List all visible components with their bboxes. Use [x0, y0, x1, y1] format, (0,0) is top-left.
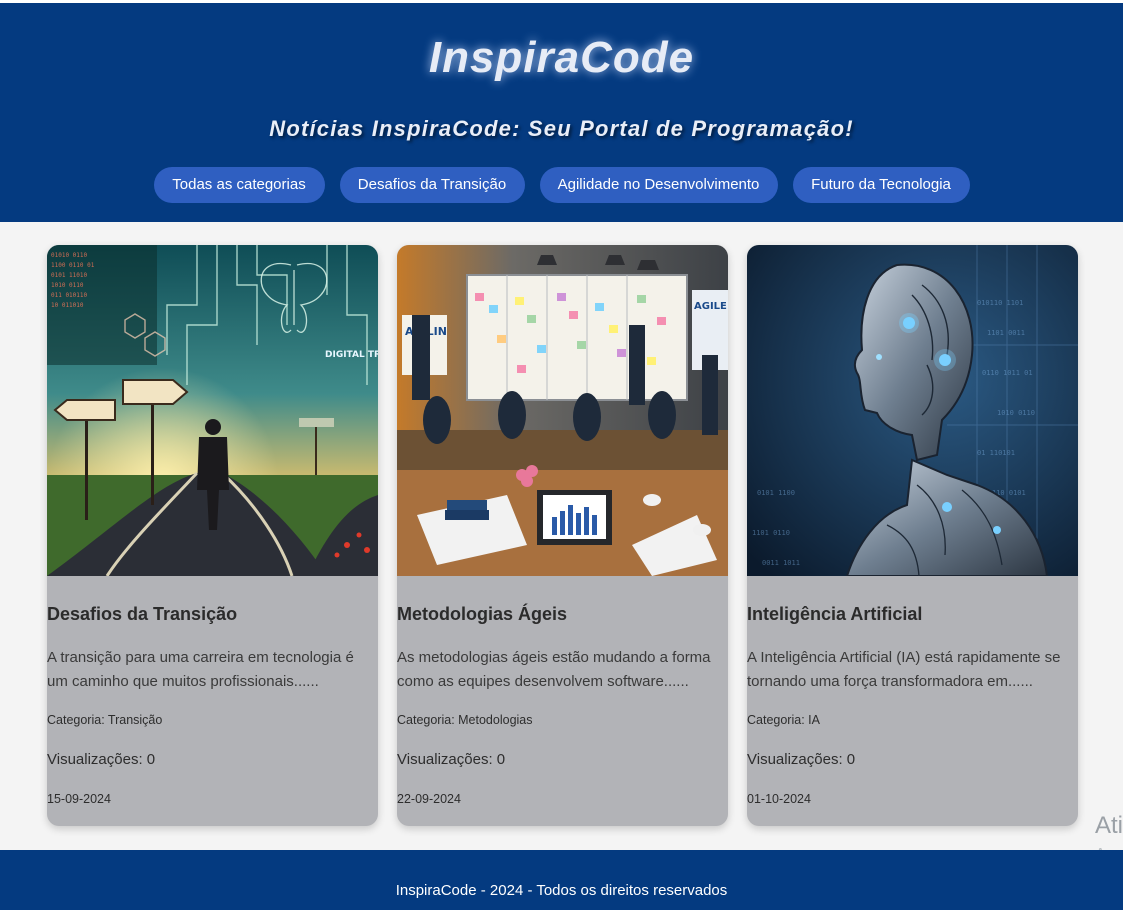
- svg-text:011 010110: 011 010110: [51, 292, 88, 299]
- card-date: 01-10-2024: [747, 792, 811, 806]
- svg-text:01010 0110: 01010 0110: [51, 252, 88, 259]
- site-header: InspiraCode Notícias InspiraCode: Seu Po…: [0, 3, 1123, 222]
- svg-text:1101 0011: 1101 0011: [987, 329, 1025, 337]
- card-category: Categoria: Metodologias: [397, 713, 533, 727]
- agile-meeting-illustration-icon: AGILIN AGILE: [397, 245, 728, 576]
- nav-future-tech-button[interactable]: Futuro da Tecnologia: [792, 167, 970, 203]
- svg-text:AGILE: AGILE: [694, 301, 727, 312]
- card-image-crossroads[interactable]: 01010 0110 1100 0110 01 0101 11010 1010 01…: [47, 245, 378, 576]
- windows-activation-watermark: Ati: [1095, 812, 1123, 839]
- crossroads-illustration-icon: 01010 0110 1100 0110 01 0101 11010 1010 01…: [47, 245, 378, 576]
- svg-text:01 110101: 01 110101: [977, 449, 1015, 457]
- card-views: Visualizações: 0: [747, 751, 856, 768]
- category-nav: Todas as categorias Desafios da Transiçã…: [0, 167, 1123, 203]
- news-card-ai[interactable]: 010110 1101 1101 0011 0110 1011 01 1010 01…: [747, 245, 1078, 826]
- svg-text:1100 0110 01: 1100 0110 01: [51, 262, 95, 269]
- svg-text:0011 1011: 0011 1011: [762, 559, 800, 567]
- site-title: InspiraCode: [428, 33, 695, 82]
- footer-copyright: InspiraCode - 2024 - Todos os direitos r…: [395, 882, 728, 899]
- svg-text:1010 0110: 1010 0110: [51, 282, 84, 289]
- card-date: 15-09-2024: [47, 792, 111, 806]
- card-image-robot[interactable]: 010110 1101 1101 0011 0110 1011 01 1010 01…: [747, 245, 1078, 576]
- card-title[interactable]: Desafios da Transição: [47, 604, 367, 625]
- news-card-transition[interactable]: 01010 0110 1100 0110 01 0101 11010 1010 01…: [47, 245, 378, 826]
- svg-text:10 011010: 10 011010: [51, 302, 84, 309]
- robot-illustration-icon: 010110 11011101 00110110 1011 01 1010 01…: [747, 245, 1078, 576]
- card-views: Visualizações: 0: [397, 751, 506, 768]
- card-category: Categoria: Transição: [47, 713, 163, 727]
- site-tagline: Notícias InspiraCode: Seu Portal de Prog…: [269, 116, 854, 141]
- card-category: Categoria: IA: [747, 713, 820, 727]
- card-date: 22-09-2024: [397, 792, 461, 806]
- nav-all-categories-button[interactable]: Todas as categorias: [153, 167, 325, 203]
- card-title[interactable]: Metodologias Ágeis: [397, 604, 717, 625]
- svg-text:1101 0110: 1101 0110: [752, 529, 790, 537]
- site-footer: InspiraCode - 2024 - Todos os direitos r…: [0, 850, 1123, 910]
- svg-text:1010 0110: 1010 0110: [997, 409, 1035, 417]
- card-description: A transição para uma carreira em tecnolo…: [47, 649, 354, 690]
- card-description: As metodologias ágeis estão mudando a fo…: [397, 649, 711, 690]
- svg-text:010110 1101: 010110 1101: [977, 299, 1023, 307]
- svg-text:0101 1100: 0101 1100: [757, 489, 795, 497]
- news-card-agile[interactable]: AGILIN AGILE: [397, 245, 728, 826]
- card-description: A Inteligência Artificial (IA) está rapi…: [747, 649, 1061, 690]
- svg-text:0101 11010: 0101 11010: [51, 272, 88, 279]
- card-views: Visualizações: 0: [47, 751, 156, 768]
- svg-text:DIGITAL TRANSFITI: DIGITAL TRANSFITI: [325, 350, 378, 360]
- card-image-agile-meeting[interactable]: AGILIN AGILE: [397, 245, 728, 576]
- nav-transition-button[interactable]: Desafios da Transição: [339, 167, 525, 203]
- nav-agility-button[interactable]: Agilidade no Desenvolvimento: [539, 167, 778, 203]
- card-title[interactable]: Inteligência Artificial: [747, 604, 1067, 625]
